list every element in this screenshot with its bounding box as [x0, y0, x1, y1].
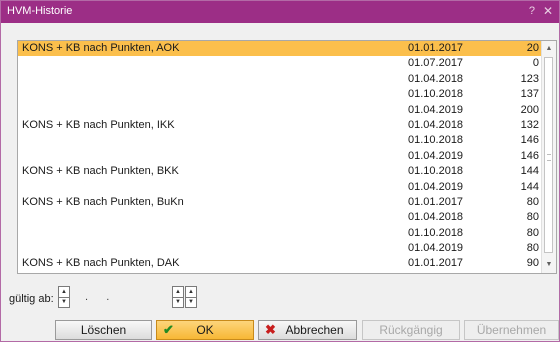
table-row[interactable]: 01.04.2019 80	[18, 241, 543, 256]
table-row[interactable]: 01.04.2019 200	[18, 103, 543, 118]
history-rows: KONS + KB nach Punkten, AOK 01.01.2017 20 0…	[18, 41, 543, 272]
grip-icon	[547, 154, 551, 161]
row-date: 01.07.2017	[408, 57, 464, 70]
row-value: 80	[526, 195, 539, 208]
table-row[interactable]: 01.04.2018 80	[18, 210, 543, 225]
delete-button-label: Löschen	[80, 323, 127, 337]
help-icon[interactable]: ?	[529, 5, 535, 17]
day-spinner[interactable]: ▲ ▼	[58, 286, 70, 308]
hvm-history-dialog: HVM-Historie ? ✕ KONS + KB nach Punkten,…	[0, 0, 560, 342]
ok-button[interactable]: ✔ OK	[156, 320, 254, 340]
valid-from-label: gültig ab:	[9, 293, 54, 305]
table-row[interactable]: 01.04.2019 144	[18, 180, 543, 195]
table-row[interactable]: 01.10.2018 137	[18, 87, 543, 102]
row-date: 01.04.2019	[408, 180, 464, 193]
table-row[interactable]: 01.07.2017 0	[18, 56, 543, 71]
row-date: 01.04.2019	[408, 242, 464, 255]
window-title: HVM-Historie	[7, 5, 73, 17]
cancel-button[interactable]: ✖ Abbrechen	[258, 320, 357, 340]
row-date: 01.01.2017	[408, 195, 464, 208]
table-row[interactable]: KONS + KB nach Punkten, DAK 01.01.2017 90	[18, 256, 543, 271]
table-row[interactable]: 01.04.2019 146	[18, 149, 543, 164]
delete-button[interactable]: Löschen	[55, 320, 152, 340]
table-row[interactable]: 01.10.2018 146	[18, 133, 543, 148]
row-value: 0	[532, 57, 539, 70]
table-row[interactable]: KONS + KB nach Punkten, BuKn 01.01.2017 80	[18, 195, 543, 210]
cancel-button-label: Abbrechen	[285, 323, 344, 337]
row-date: 01.10.2018	[408, 88, 464, 101]
row-value: 200	[520, 103, 539, 116]
scroll-up-icon[interactable]: ▲	[542, 43, 556, 55]
spin-down-icon[interactable]: ▼	[186, 297, 196, 307]
row-value: 144	[520, 165, 539, 178]
row-name: KONS + KB nach Punkten, BuKn	[22, 195, 184, 208]
table-row[interactable]: KONS + KB nach Punkten, AOK 01.01.2017 20	[18, 41, 543, 57]
history-list[interactable]: KONS + KB nach Punkten, AOK 01.01.2017 20 0…	[17, 40, 557, 274]
row-date: 01.10.2018	[408, 134, 464, 147]
row-date: 01.04.2018	[408, 72, 464, 85]
scroll-thumb[interactable]	[544, 57, 553, 253]
row-name: KONS + KB nach Punkten, IKK	[22, 118, 175, 131]
table-row[interactable]: 01.10.2018 80	[18, 226, 543, 241]
valid-from-input[interactable]	[72, 288, 166, 306]
row-date: 01.04.2018	[408, 211, 464, 224]
row-value: 137	[520, 88, 539, 101]
row-name: KONS + KB nach Punkten, BKK	[22, 165, 179, 178]
close-icon[interactable]: ✕	[543, 4, 553, 18]
spin-down-icon[interactable]: ▼	[173, 297, 183, 307]
row-name: KONS + KB nach Punkten, AOK	[22, 42, 180, 54]
row-value: 90	[526, 257, 539, 270]
row-value: 144	[520, 180, 539, 193]
month-spinner[interactable]: ▲ ▼	[172, 286, 184, 308]
undo-button[interactable]: Rückgängig	[362, 320, 460, 340]
apply-button[interactable]: Übernehmen	[464, 320, 559, 340]
spin-down-icon[interactable]: ▼	[59, 297, 69, 307]
row-value: 132	[520, 118, 539, 131]
row-name: KONS + KB nach Punkten, DAK	[22, 257, 180, 270]
table-row[interactable]: KONS + KB nach Punkten, BKK 01.10.2018 144	[18, 164, 543, 179]
row-date: 01.04.2019	[408, 149, 464, 162]
row-date: 01.01.2017	[408, 257, 464, 270]
row-value: 80	[526, 226, 539, 239]
ok-button-label: OK	[196, 323, 214, 337]
row-value: 80	[526, 211, 539, 224]
title-bar[interactable]: HVM-Historie ? ✕	[1, 1, 559, 23]
table-row[interactable]: 01.04.2018 123	[18, 72, 543, 87]
valid-from-date-field[interactable]: ▲ ▼ ▲ ▼ ▲ ▼	[58, 286, 202, 308]
row-date: 01.01.2017	[408, 42, 464, 54]
apply-button-label: Übernehmen	[476, 323, 547, 337]
row-date: 01.10.2018	[408, 226, 464, 239]
table-row[interactable]: KONS + KB nach Punkten, IKK 01.04.2018 132	[18, 118, 543, 133]
row-value: 146	[520, 134, 539, 147]
vertical-scrollbar[interactable]: ▲ ▼	[541, 41, 556, 273]
row-date: 01.10.2018	[408, 165, 464, 178]
year-spinner[interactable]: ▲ ▼	[185, 286, 197, 308]
row-value: 123	[520, 72, 539, 85]
row-date: 01.04.2018	[408, 118, 464, 131]
row-value: 146	[520, 149, 539, 162]
row-value: 80	[526, 242, 539, 255]
cross-icon: ✖	[265, 322, 276, 337]
undo-button-label: Rückgängig	[379, 323, 443, 337]
scroll-down-icon[interactable]: ▼	[542, 259, 556, 271]
row-date: 01.04.2019	[408, 103, 464, 116]
row-value: 20	[526, 42, 539, 54]
checkmark-icon: ✔	[163, 322, 174, 337]
